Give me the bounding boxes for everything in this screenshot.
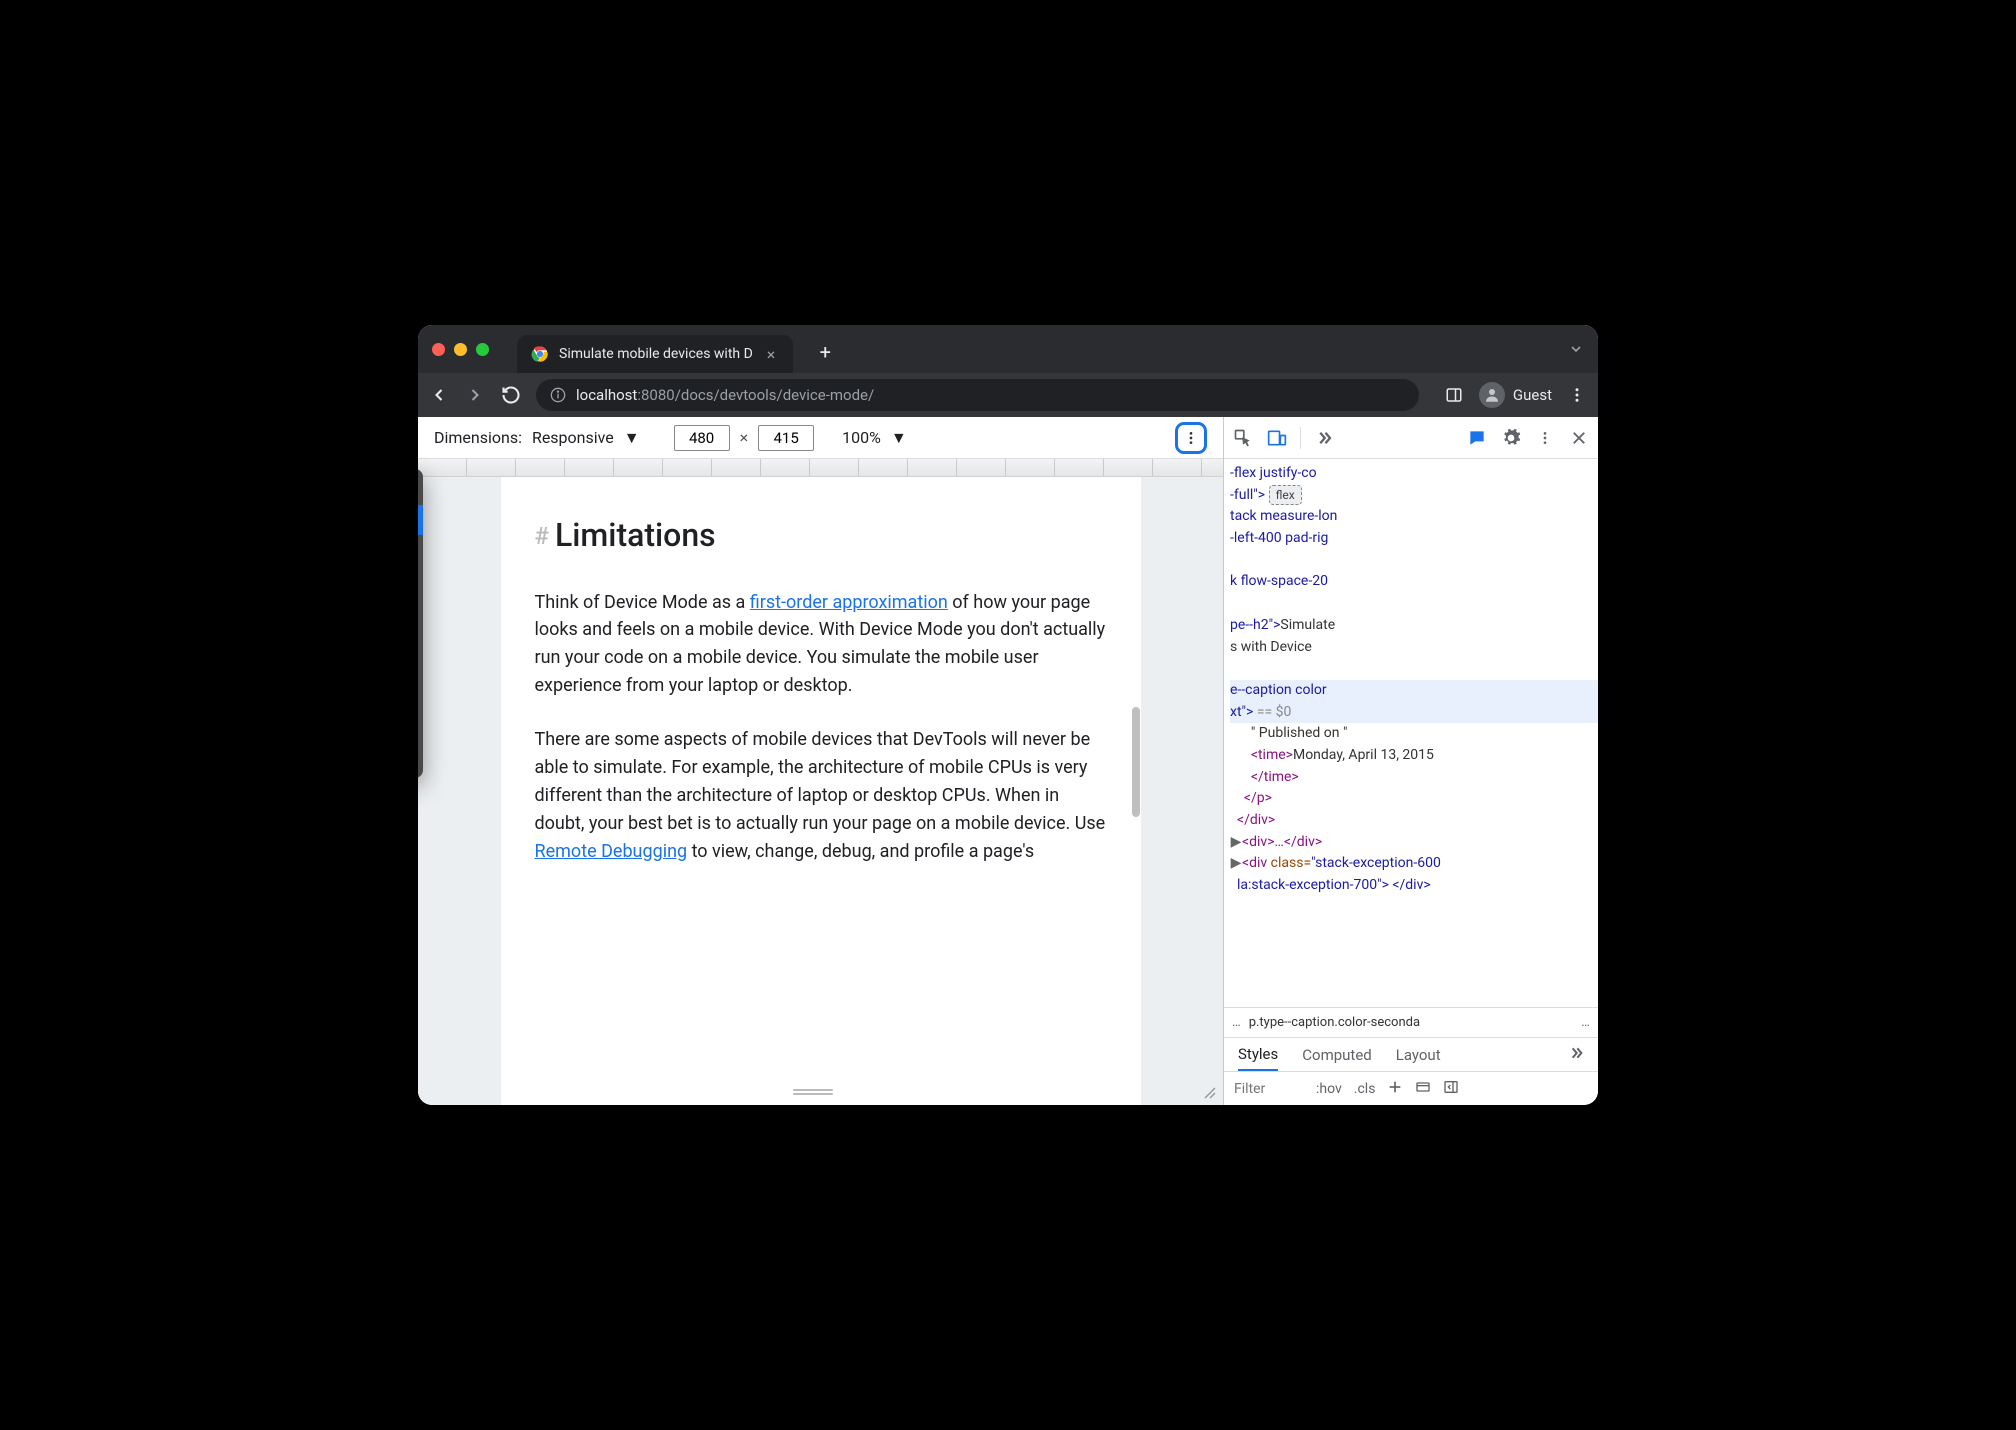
address-bar: localhost:8080/docs/devtools/device-mode… — [418, 373, 1598, 417]
crumb-overflow-right[interactable]: … — [1581, 1015, 1590, 1030]
devtools-panel: Show device frame Show media queries Sho… — [1223, 417, 1598, 1105]
menu-show-device-frame[interactable]: Show device frame — [418, 475, 423, 505]
resize-handle-icon[interactable] — [1203, 1085, 1217, 1099]
overflow-icon[interactable] — [1313, 427, 1335, 449]
computed-toggle-icon[interactable] — [1415, 1079, 1431, 1099]
window-controls — [432, 343, 489, 356]
titlebar: Simulate mobile devices with D × + — [418, 325, 1598, 373]
width-input[interactable] — [674, 425, 730, 451]
paragraph: Think of Device Mode as a first-order ap… — [535, 589, 1107, 701]
console-icon[interactable] — [1466, 427, 1488, 449]
zoom-select[interactable]: 100% ▼ — [842, 428, 907, 448]
device-toolbar-context-menu: Show device frame Show media queries Sho… — [418, 469, 423, 778]
tab-computed[interactable]: Computed — [1302, 1046, 1372, 1064]
ruler[interactable] — [418, 459, 1223, 477]
filter-input[interactable] — [1234, 1081, 1304, 1097]
url-box[interactable]: localhost:8080/docs/devtools/device-mode… — [536, 379, 1419, 411]
tab-close-icon[interactable]: × — [763, 345, 780, 364]
info-icon — [550, 387, 566, 403]
menu-close-devtools[interactable]: Close DevTools — [418, 742, 423, 772]
first-order-link[interactable]: first-order approximation — [750, 592, 948, 613]
profile-button[interactable]: Guest — [1479, 382, 1552, 408]
dimension-times: × — [740, 428, 749, 447]
paragraph: There are some aspects of mobile devices… — [535, 726, 1107, 865]
browser-tab[interactable]: Simulate mobile devices with D × — [517, 335, 793, 373]
hov-toggle[interactable]: :hov — [1316, 1081, 1342, 1097]
elements-tree[interactable]: -flex justify-co -full"> flex tack measu… — [1224, 459, 1598, 1007]
browser-menu-icon[interactable] — [1566, 384, 1588, 406]
device-toolbar-more-button[interactable] — [1175, 422, 1207, 454]
styles-filter-bar: :hov .cls — [1224, 1071, 1598, 1105]
menu-capture-full-screenshot[interactable]: Capture full size screenshot — [418, 673, 423, 703]
back-button[interactable] — [428, 384, 450, 406]
maximize-window-button[interactable] — [476, 343, 489, 356]
remote-debugging-link[interactable]: Remote Debugging — [535, 841, 688, 862]
cls-toggle[interactable]: .cls — [1354, 1081, 1376, 1097]
caret-down-icon: ▼ — [624, 428, 640, 448]
minimize-window-button[interactable] — [454, 343, 467, 356]
guest-label: Guest — [1513, 386, 1552, 404]
tab-layout[interactable]: Layout — [1396, 1046, 1441, 1064]
crumb-overflow-left[interactable]: … — [1232, 1015, 1241, 1030]
height-input[interactable] — [758, 425, 814, 451]
devtools-toolbar: Show device frame Show media queries Sho… — [1224, 417, 1598, 459]
forward-button[interactable] — [464, 384, 486, 406]
tabs-overflow-icon[interactable] — [1568, 1045, 1584, 1065]
reload-button[interactable] — [500, 384, 522, 406]
new-tab-button[interactable]: + — [811, 338, 839, 366]
menu-capture-screenshot[interactable]: Capture screenshot — [418, 643, 423, 673]
url-text: localhost:8080/docs/devtools/device-mode… — [576, 386, 874, 404]
tab-title: Simulate mobile devices with D — [559, 346, 753, 362]
heading-anchor-hash[interactable]: # — [535, 522, 549, 550]
settings-icon[interactable] — [1500, 427, 1522, 449]
tab-styles[interactable]: Styles — [1238, 1038, 1278, 1071]
breadcrumb[interactable]: … p.type--caption.color-seconda … — [1224, 1007, 1598, 1037]
device-mode-area: Dimensions: Responsive ▼ × 100% ▼ #Limit… — [418, 417, 1223, 1105]
side-panel-icon[interactable] — [1443, 384, 1465, 406]
sidebar-collapse-icon[interactable] — [1443, 1079, 1459, 1099]
scrollbar-thumb[interactable] — [1132, 707, 1140, 817]
simulated-viewport[interactable]: #Limitations Think of Device Mode as a f… — [501, 477, 1141, 1105]
menu-show-rulers[interactable]: Show rulers — [418, 535, 423, 565]
tabs-overflow-icon[interactable] — [1568, 341, 1584, 361]
devtools-menu-icon[interactable] — [1534, 427, 1556, 449]
menu-reset-defaults[interactable]: Reset to defaults — [418, 712, 423, 742]
crumb-selected[interactable]: p.type--caption.color-seconda — [1249, 1015, 1574, 1030]
close-window-button[interactable] — [432, 343, 445, 356]
caret-down-icon: ▼ — [891, 428, 907, 448]
device-toggle-icon[interactable] — [1266, 427, 1288, 449]
addr-right-controls: Guest — [1443, 382, 1588, 408]
browser-window: Simulate mobile devices with D × + local… — [418, 325, 1598, 1105]
dimensions-select[interactable]: Dimensions: Responsive ▼ — [434, 428, 640, 448]
device-toolbar: Dimensions: Responsive ▼ × 100% ▼ — [418, 417, 1223, 459]
page-heading: #Limitations — [535, 511, 1107, 561]
flex-badge[interactable]: flex — [1269, 485, 1302, 506]
styles-tabs: Styles Computed Layout — [1224, 1037, 1598, 1071]
new-style-rule-icon[interactable] — [1387, 1079, 1403, 1099]
drag-handle[interactable] — [793, 1089, 833, 1095]
viewport-wrap: #Limitations Think of Device Mode as a f… — [418, 477, 1223, 1105]
inspect-icon[interactable] — [1232, 427, 1254, 449]
menu-add-dpr[interactable]: Add device pixel ratio — [418, 574, 423, 604]
chrome-icon — [531, 345, 549, 363]
devtools-close-icon[interactable] — [1568, 427, 1590, 449]
avatar-icon — [1479, 382, 1505, 408]
menu-add-device-type[interactable]: Add device type — [418, 604, 423, 634]
menu-show-media-queries[interactable]: Show media queries — [418, 505, 423, 535]
